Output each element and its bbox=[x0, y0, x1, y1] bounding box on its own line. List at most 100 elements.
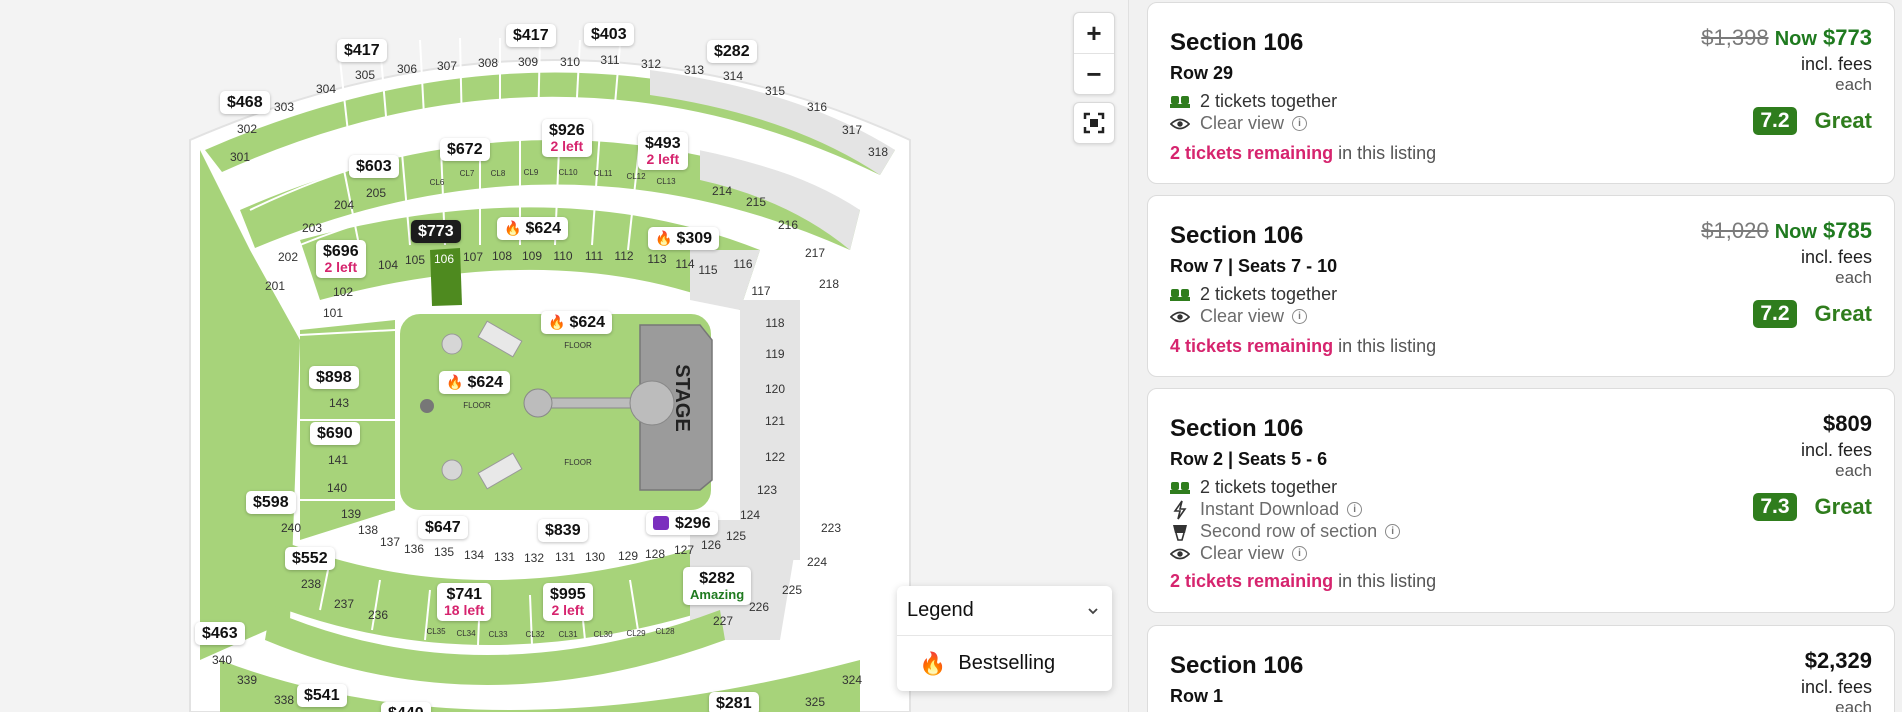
price-label[interactable]: $493 2 left bbox=[638, 132, 688, 170]
price-label[interactable]: $541 bbox=[297, 684, 347, 707]
svg-text:108: 108 bbox=[492, 249, 512, 263]
original-price: $1,020 bbox=[1701, 218, 1769, 243]
listing-row: Row 29 bbox=[1170, 63, 1234, 83]
svg-text:117: 117 bbox=[751, 284, 770, 298]
price-label[interactable]: $282 Amazing bbox=[683, 567, 752, 605]
svg-text:FLOOR: FLOOR bbox=[463, 401, 491, 410]
price-label[interactable]: 🔥 $624 bbox=[497, 217, 569, 240]
feature-clear-view: Clear view i bbox=[1170, 113, 1308, 134]
price-label-selected[interactable]: $773 bbox=[411, 220, 461, 243]
price-label[interactable]: $403 bbox=[584, 23, 634, 46]
svg-text:205: 205 bbox=[366, 186, 386, 200]
price-label[interactable]: $281 bbox=[709, 692, 759, 712]
svg-text:304: 304 bbox=[316, 82, 336, 96]
svg-text:FLOOR: FLOOR bbox=[564, 458, 592, 467]
svg-text:339: 339 bbox=[237, 673, 257, 687]
each-note: each bbox=[1835, 461, 1872, 480]
listing-row: Row 7 | Seats 7 - 10 bbox=[1170, 256, 1338, 276]
fire-icon: 🔥 bbox=[655, 230, 673, 246]
price-label[interactable]: $417 bbox=[506, 24, 556, 47]
feature-together: 2 tickets together bbox=[1170, 477, 1337, 498]
svg-text:303: 303 bbox=[274, 100, 294, 114]
price-label[interactable]: $598 bbox=[246, 491, 296, 514]
listing-card[interactable]: Section 106 Row 7 | Seats 7 - 10 2 ticke… bbox=[1147, 195, 1895, 377]
tickets-remaining: 2 tickets remaining in this listing bbox=[1170, 143, 1436, 164]
price-label[interactable]: $995 2 left bbox=[543, 583, 593, 621]
svg-text:115: 115 bbox=[698, 263, 717, 277]
price-label[interactable]: $282 bbox=[707, 40, 757, 63]
price-block: $2,329 incl. fees each bbox=[1801, 648, 1872, 712]
svg-text:120: 120 bbox=[765, 382, 785, 396]
svg-text:CL13: CL13 bbox=[656, 177, 676, 186]
svg-text:316: 316 bbox=[807, 100, 827, 114]
svg-text:204: 204 bbox=[334, 198, 354, 212]
svg-text:310: 310 bbox=[560, 55, 580, 69]
svg-text:128: 128 bbox=[645, 547, 665, 561]
svg-text:119: 119 bbox=[765, 347, 784, 361]
svg-text:240: 240 bbox=[281, 521, 301, 535]
feature-label: Instant Download bbox=[1200, 499, 1340, 519]
price-label[interactable]: $690 bbox=[310, 422, 360, 445]
svg-text:102: 102 bbox=[333, 285, 353, 299]
zoom-in-button[interactable]: + bbox=[1074, 13, 1114, 53]
deal-score: 7.2 bbox=[1753, 107, 1797, 135]
price-label[interactable]: $672 bbox=[440, 138, 490, 161]
svg-text:238: 238 bbox=[301, 577, 321, 591]
info-icon[interactable]: i bbox=[1292, 116, 1308, 131]
info-icon[interactable]: i bbox=[1292, 309, 1308, 324]
price-label-value: $624 bbox=[525, 220, 562, 237]
info-icon[interactable]: i bbox=[1385, 524, 1401, 539]
svg-text:105: 105 bbox=[405, 253, 425, 267]
seat-map[interactable]: 305 306 307 308 309 310 311 312 313 314 315 316 3… bbox=[0, 0, 1128, 712]
feature-second-row: Second row of section i bbox=[1170, 521, 1401, 542]
svg-text:237: 237 bbox=[334, 597, 354, 611]
price-label[interactable]: $440 bbox=[381, 702, 431, 712]
listings-panel[interactable]: Section 106 Row 29 2 tickets together Cl… bbox=[1128, 0, 1902, 712]
fire-icon: 🔥 bbox=[919, 650, 947, 676]
fit-to-screen-button[interactable] bbox=[1073, 102, 1115, 144]
svg-text:FLOOR: FLOOR bbox=[564, 341, 592, 350]
price-label[interactable]: $741 18 left bbox=[437, 583, 492, 621]
svg-text:126: 126 bbox=[701, 538, 721, 552]
svg-text:217: 217 bbox=[805, 246, 825, 260]
svg-text:136: 136 bbox=[404, 542, 424, 556]
seats-icon bbox=[1170, 478, 1190, 498]
price-label[interactable]: 🔥 $309 bbox=[648, 227, 720, 250]
zoom-out-button[interactable]: − bbox=[1074, 54, 1114, 94]
price-label[interactable]: $647 bbox=[418, 516, 468, 539]
price-label[interactable]: $296 bbox=[646, 512, 718, 535]
svg-text:306: 306 bbox=[397, 62, 417, 76]
legend-toggle[interactable]: Legend bbox=[897, 586, 1112, 636]
price-label[interactable]: $468 bbox=[220, 91, 270, 114]
price-label[interactable]: $603 bbox=[349, 155, 399, 178]
focus-icon bbox=[1083, 112, 1105, 134]
price-label[interactable]: $552 bbox=[285, 547, 335, 570]
svg-text:CL32: CL32 bbox=[525, 630, 545, 639]
svg-text:325: 325 bbox=[805, 695, 825, 709]
svg-text:104: 104 bbox=[378, 258, 398, 272]
svg-text:313: 313 bbox=[684, 63, 704, 77]
price-block: $809 incl. fees each 7.3 Great bbox=[1753, 411, 1872, 521]
price-label[interactable]: $696 2 left bbox=[316, 240, 366, 278]
listing-card[interactable]: Section 106 Row 29 2 tickets together Cl… bbox=[1147, 2, 1895, 184]
info-icon[interactable]: i bbox=[1292, 546, 1308, 561]
price-label[interactable]: $463 bbox=[195, 622, 245, 645]
info-icon[interactable]: i bbox=[1347, 502, 1363, 517]
price-label[interactable]: $417 bbox=[337, 39, 387, 62]
price-label[interactable]: $898 bbox=[309, 366, 359, 389]
price-label[interactable]: $926 2 left bbox=[542, 119, 592, 157]
price-block: $1,020 Now $785 incl. fees each 7.2 Great bbox=[1701, 218, 1872, 328]
svg-text:311: 311 bbox=[600, 53, 619, 67]
price-label[interactable]: 🔥 $624 bbox=[439, 371, 511, 394]
price-label[interactable]: $839 bbox=[538, 519, 588, 542]
remaining-suffix: in this listing bbox=[1333, 143, 1437, 163]
price-label-value: $624 bbox=[569, 314, 606, 331]
deal-score: 7.3 bbox=[1753, 493, 1797, 521]
svg-text:309: 309 bbox=[518, 55, 538, 69]
svg-text:131: 131 bbox=[555, 550, 575, 564]
price-label[interactable]: 🔥 $624 bbox=[541, 311, 613, 334]
price-label-sub: 2 left bbox=[550, 138, 584, 154]
listing-card[interactable]: Section 106 Row 1 $2,329 incl. fees each bbox=[1147, 625, 1895, 712]
price-label-value: $282 bbox=[699, 570, 735, 587]
listing-card[interactable]: Section 106 Row 2 | Seats 5 - 6 2 ticket… bbox=[1147, 388, 1895, 613]
